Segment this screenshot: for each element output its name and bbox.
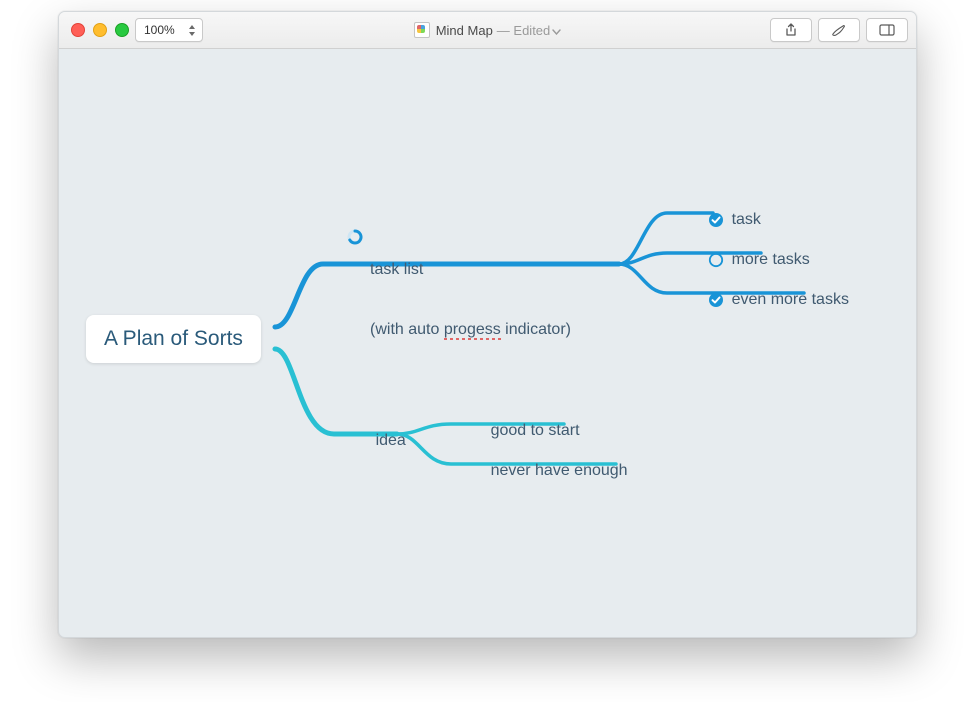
progress-indicator-icon xyxy=(347,229,363,245)
leaf-label: never have enough xyxy=(491,462,628,479)
checkbox-unchecked-icon[interactable] xyxy=(708,252,724,268)
leaf-label: more tasks xyxy=(732,251,810,268)
title-chevron-icon[interactable] xyxy=(552,23,561,38)
share-icon xyxy=(784,23,798,37)
misspelling: progess xyxy=(444,321,501,338)
app-window: 100% Mind Map — Edited xyxy=(58,11,917,638)
branch-tasklist-line2: (with auto progess indicator) xyxy=(370,320,571,340)
zoom-value: 100% xyxy=(144,23,175,37)
title-text: Mind Map xyxy=(436,23,493,38)
leaf-label: task xyxy=(732,211,761,228)
edited-label: — Edited xyxy=(497,23,550,38)
leaf-label: even more tasks xyxy=(732,291,849,308)
leaf-never-have-enough[interactable]: never have enough xyxy=(455,444,628,498)
checkbox-checked-icon[interactable] xyxy=(708,292,724,308)
zoomwindow-icon[interactable] xyxy=(115,23,129,37)
branch-idea-label: idea xyxy=(376,432,406,449)
sidebar-icon xyxy=(879,24,895,36)
checkbox-checked-icon[interactable] xyxy=(708,212,724,228)
root-label: A Plan of Sorts xyxy=(104,327,243,350)
branch-tasklist[interactable]: task list (with auto progess indicator) xyxy=(370,220,571,380)
mindmap-canvas[interactable]: A Plan of Sorts task list (with auto pro… xyxy=(59,49,916,637)
branch-tasklist-line1: task list xyxy=(370,260,571,280)
leaf-even-more-tasks[interactable]: even more tasks xyxy=(672,273,849,327)
document-icon xyxy=(414,22,430,38)
close-icon[interactable] xyxy=(71,23,85,37)
leaf-label: good to start xyxy=(491,422,580,439)
window-controls xyxy=(71,23,129,37)
root-node[interactable]: A Plan of Sorts xyxy=(86,315,261,363)
brush-icon xyxy=(831,23,847,37)
zoom-select[interactable]: 100% xyxy=(135,18,203,42)
toolbar-right xyxy=(770,18,908,42)
branch-idea[interactable]: idea xyxy=(340,414,406,468)
format-button[interactable] xyxy=(818,18,860,42)
sidebar-toggle-button[interactable] xyxy=(866,18,908,42)
share-button[interactable] xyxy=(770,18,812,42)
titlebar: 100% Mind Map — Edited xyxy=(59,12,916,49)
zoom-stepper[interactable] xyxy=(188,21,198,39)
minimize-icon[interactable] xyxy=(93,23,107,37)
